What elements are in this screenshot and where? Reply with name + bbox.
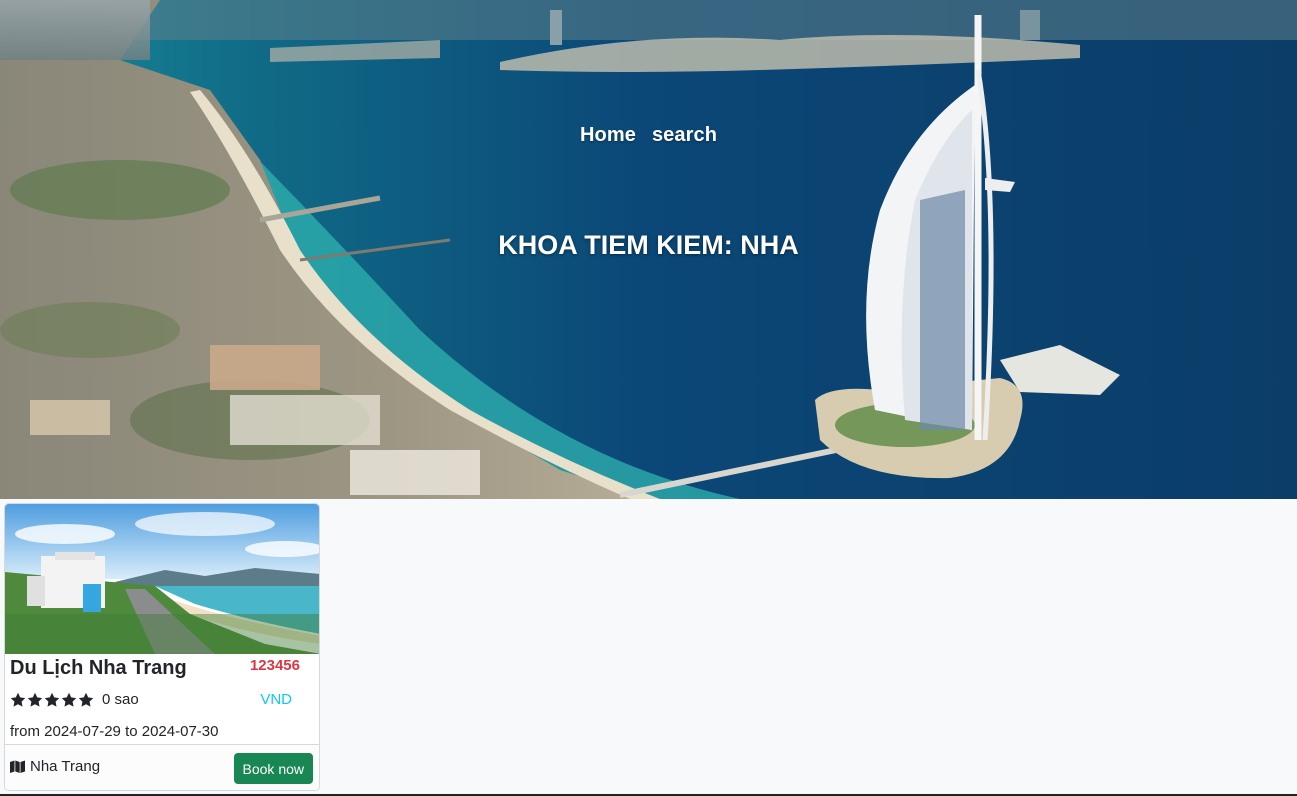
rating: 0 sao	[10, 691, 139, 708]
star-icon	[78, 692, 94, 707]
tour-location: Nha Trang	[10, 758, 100, 775]
star-icon	[61, 692, 77, 707]
tour-image	[5, 504, 319, 654]
nav-search-link[interactable]: search	[652, 124, 717, 147]
main-nav: Home search	[0, 124, 1297, 147]
map-icon	[10, 760, 25, 773]
location-label: Nha Trang	[30, 758, 101, 775]
star-icon	[10, 692, 26, 707]
card-footer: Nha Trang Book now	[5, 744, 319, 790]
tour-title[interactable]: Du Lịch Nha Trang	[10, 657, 187, 680]
rating-text: 0 sao	[102, 691, 139, 708]
tour-dates: from 2024-07-29 to 2024-07-30	[10, 723, 219, 740]
price-currency: VND	[260, 691, 292, 708]
book-now-button[interactable]: Book now	[233, 753, 313, 784]
hero-banner: Home search KHOA TIEM KIEM: NHA	[0, 0, 1297, 499]
tour-price: 123456	[249, 657, 300, 674]
page-title: KHOA TIEM KIEM: NHA	[498, 230, 799, 260]
tour-card: Du Lịch Nha Trang 123456 0 sao VND from …	[4, 503, 320, 791]
star-icon	[27, 692, 43, 707]
star-icon	[44, 692, 60, 707]
nav-home-link[interactable]: Home	[580, 124, 636, 147]
